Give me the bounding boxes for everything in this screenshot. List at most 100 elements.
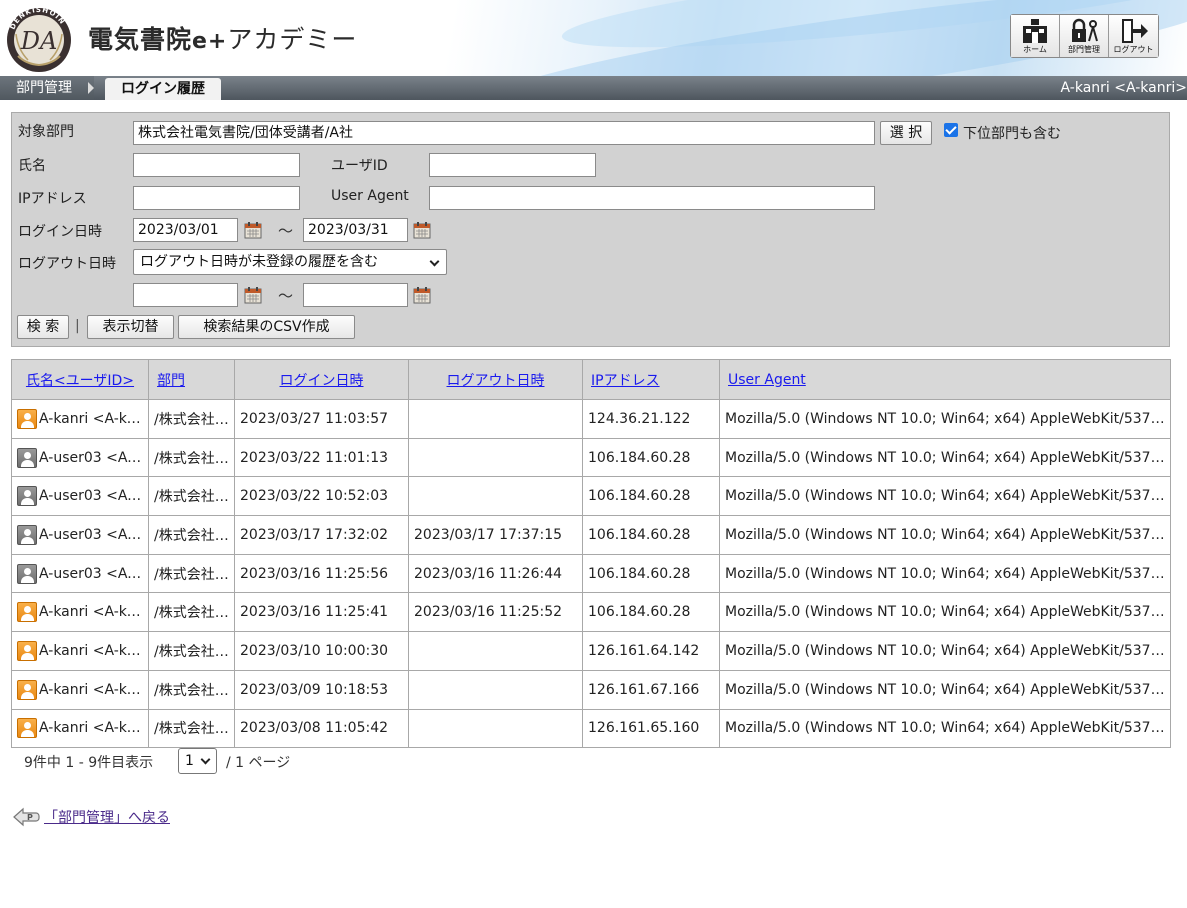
col-header-ip: IPアドレス — [582, 359, 720, 400]
dept-name: /株式会社電気書院/団体受講者/A社 — [154, 450, 229, 467]
cell-logout — [408, 399, 583, 439]
header: DA DENKISHOIN 電気書院e+アカデミー ホーム 部門管理 ログアウト — [0, 0, 1187, 76]
dept-name: /株式会社電気書院/団体受講者/A社 — [154, 605, 229, 622]
logout-date-label: ログアウト日時 — [18, 256, 116, 272]
logout-from-field[interactable] — [133, 283, 238, 307]
cell-ua: Mozilla/5.0 (Windows NT 10.0; Win64; x64… — [719, 399, 1171, 439]
include-sub-label: 下位部門も含む — [963, 126, 1061, 142]
back-to-dept-link[interactable]: 「部門管理」へ戻る — [44, 807, 170, 827]
dept-name: /株式会社電気書院/団体受講者/A社 — [154, 721, 229, 738]
cell-login: 2023/03/27 11:03:57 — [234, 399, 409, 439]
table-body: A-kanri <A-kanri> /株式会社電気書院/団体受講者/A社 2023/… — [11, 399, 1171, 749]
user-avatar-icon — [17, 718, 37, 739]
sort-login-link[interactable]: ログイン日時 — [280, 373, 364, 389]
lock-user-icon — [1072, 18, 1098, 42]
logout-to-field[interactable] — [303, 283, 408, 307]
logout-option-select[interactable]: ログアウト日時が未登録の履歴を含む — [133, 249, 447, 275]
dept-label: 対象部門 — [18, 124, 74, 140]
cell-dept: /株式会社電気書院/団体受講者/A社 — [148, 476, 235, 517]
calendar-icon[interactable] — [412, 285, 432, 305]
table-header-row: 氏名<ユーザID> 部門 ログイン日時 ログアウト日時 IPアドレス User … — [11, 359, 1171, 400]
sort-ip-link[interactable]: IPアドレス — [591, 373, 660, 389]
cell-ip: 106.184.60.28 — [582, 515, 720, 555]
cell-ua: Mozilla/5.0 (Windows NT 10.0; Win64; x64… — [719, 669, 1171, 710]
home-button[interactable]: ホーム — [1011, 15, 1060, 57]
sort-dept-link[interactable]: 部門 — [157, 373, 185, 389]
dept-field[interactable]: 株式会社電気書院/団体受講者/A社 — [133, 121, 875, 145]
logout-label: ログアウト — [1113, 45, 1154, 54]
cell-ua: Mozilla/5.0 (Windows NT 10.0; Win64; x64… — [719, 631, 1171, 671]
user-agent: Mozilla/5.0 (Windows NT 10.0; Win64; x64… — [725, 410, 1165, 427]
user-name: A-kanri <A-kanri> — [39, 720, 143, 737]
cell-logout — [408, 708, 583, 749]
table-row: A-kanri <A-kanri> /株式会社電気書院/団体受講者/A社 2023/… — [11, 592, 1171, 633]
cell-dept: /株式会社電気書院/団体受講者/A社 — [148, 592, 235, 633]
toggle-view-button[interactable]: 表示切替 — [87, 315, 174, 339]
cell-dept: /株式会社電気書院/団体受講者/A社 — [148, 669, 235, 710]
table-row: A-user03 <A-user03> /株式会社電気書院/団体受講者/A社 202… — [11, 437, 1171, 478]
user-name: A-user03 <A-user03> — [39, 488, 143, 505]
sort-ua-link[interactable]: User Agent — [728, 372, 806, 388]
cell-logout — [408, 476, 583, 517]
dept-name: /株式会社電気書院/団体受講者/A社 — [154, 643, 229, 660]
sort-name-link[interactable]: 氏名<ユーザID> — [26, 373, 134, 389]
name-label: 氏名 — [18, 158, 46, 174]
logout-button[interactable]: ログアウト — [1109, 15, 1158, 57]
result-summary: 9件中 1 - 9件目表示 — [24, 755, 154, 771]
cell-ua: Mozilla/5.0 (Windows NT 10.0; Win64; x64… — [719, 515, 1171, 555]
cell-dept: /株式会社電気書院/団体受講者/A社 — [148, 631, 235, 671]
col-header-logout: ログアウト日時 — [408, 359, 583, 400]
cell-ua: Mozilla/5.0 (Windows NT 10.0; Win64; x64… — [719, 592, 1171, 633]
logout-time: 2023/03/16 11:26:44 — [414, 565, 563, 582]
tab-login-history[interactable]: ログイン履歴 — [105, 78, 221, 100]
ua-field[interactable] — [429, 186, 875, 210]
dept-admin-button[interactable]: 部門管理 — [1060, 15, 1109, 57]
cell-name: A-user03 <A-user03> — [11, 553, 149, 594]
user-agent: Mozilla/5.0 (Windows NT 10.0; Win64; x64… — [725, 449, 1165, 466]
ip-field[interactable] — [133, 186, 300, 210]
cell-login: 2023/03/09 10:18:53 — [234, 669, 409, 710]
user-agent: Mozilla/5.0 (Windows NT 10.0; Win64; x64… — [725, 681, 1165, 698]
tab-bar: 部門管理 ログイン履歴 A-kanri <A-kanri> — [0, 76, 1187, 100]
cell-dept: /株式会社電気書院/団体受講者/A社 — [148, 399, 235, 439]
user-name: A-user03 <A-user03> — [39, 565, 143, 582]
cell-logout: 2023/03/16 11:26:44 — [408, 553, 583, 594]
dept-name: /株式会社電気書院/団体受講者/A社 — [154, 489, 229, 506]
csv-export-button[interactable]: 検索結果のCSV作成 — [178, 315, 355, 339]
home-icon — [1023, 19, 1047, 43]
brand-main: 電気書院 — [88, 25, 193, 54]
select-dept-button[interactable]: 選 択 — [880, 121, 932, 145]
cell-ip: 106.184.60.28 — [582, 437, 720, 478]
page-select[interactable]: 1 — [178, 748, 217, 774]
login-to-field[interactable]: 2023/03/31 — [303, 218, 408, 242]
calendar-icon[interactable] — [412, 220, 432, 240]
login-time: 2023/03/10 10:00:30 — [240, 642, 389, 659]
calendar-icon[interactable] — [243, 220, 263, 240]
dept-admin-label: 部門管理 — [1068, 45, 1100, 54]
svg-text:P: P — [27, 813, 33, 822]
login-from-field[interactable]: 2023/03/01 — [133, 218, 238, 242]
brand-eplus: e+ — [192, 29, 228, 54]
user-name: A-kanri <A-kanri> — [39, 642, 143, 659]
cell-ua: Mozilla/5.0 (Windows NT 10.0; Win64; x64… — [719, 437, 1171, 478]
userid-field[interactable] — [429, 153, 596, 177]
user-avatar-icon — [17, 563, 37, 584]
top-nav: ホーム 部門管理 ログアウト — [1010, 14, 1159, 58]
calendar-icon[interactable] — [243, 285, 263, 305]
include-sub-checkbox[interactable] — [944, 123, 958, 137]
cell-dept: /株式会社電気書院/団体受講者/A社 — [148, 515, 235, 555]
home-label: ホーム — [1023, 45, 1047, 54]
cell-name: A-kanri <A-kanri> — [11, 631, 149, 671]
sort-logout-link[interactable]: ログアウト日時 — [447, 373, 545, 389]
login-history-table: 氏名<ユーザID> 部門 ログイン日時 ログアウト日時 IPアドレス User … — [11, 359, 1171, 749]
name-field[interactable] — [133, 153, 300, 177]
page-total: / 1 ページ — [226, 755, 291, 771]
ip-address: 124.36.21.122 — [588, 410, 691, 427]
login-time: 2023/03/16 11:25:56 — [240, 565, 389, 582]
search-button[interactable]: 検 索 — [17, 315, 69, 339]
breadcrumb-dept-admin[interactable]: 部門管理 — [0, 76, 94, 100]
login-time: 2023/03/22 11:01:13 — [240, 449, 389, 466]
cell-ua: Mozilla/5.0 (Windows NT 10.0; Win64; x64… — [719, 476, 1171, 517]
table-row: A-kanri <A-kanri> /株式会社電気書院/団体受講者/A社 2023/… — [11, 631, 1171, 671]
cell-login: 2023/03/22 11:01:13 — [234, 437, 409, 478]
